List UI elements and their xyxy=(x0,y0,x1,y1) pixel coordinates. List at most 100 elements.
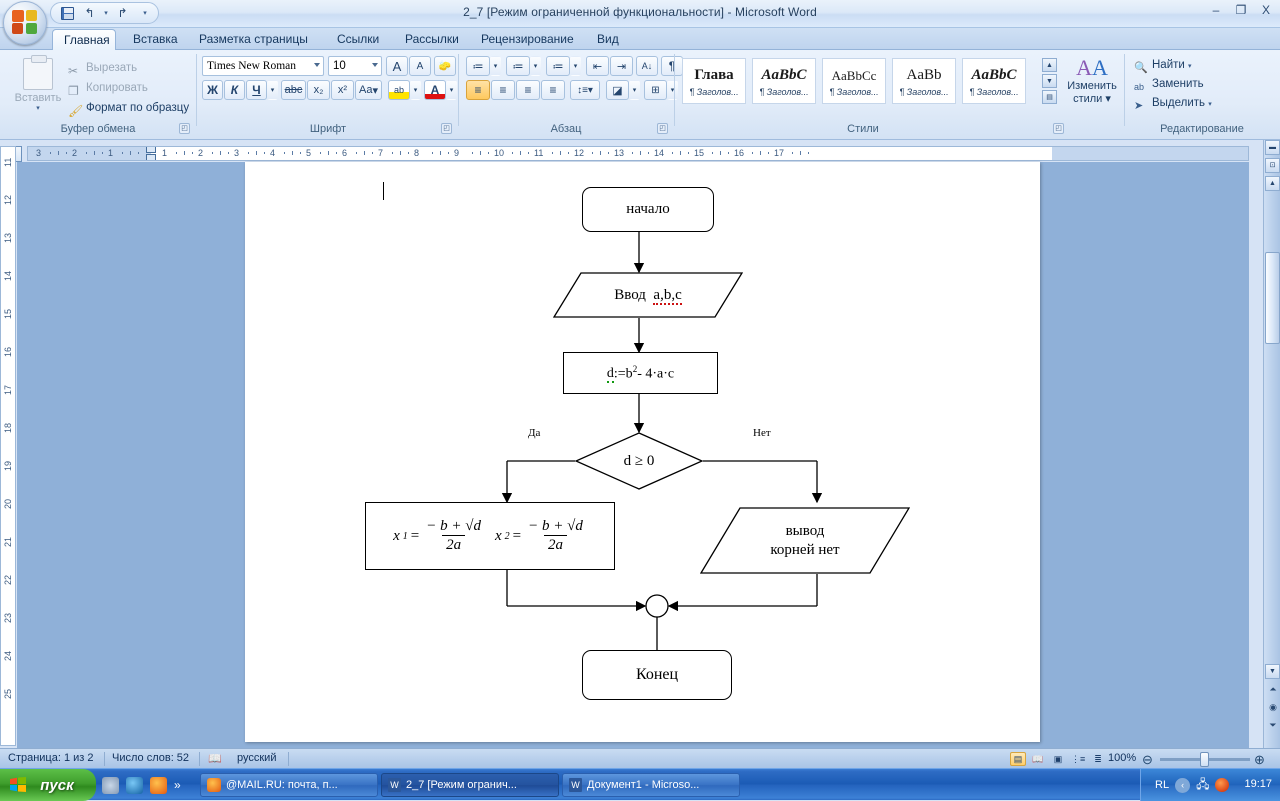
scrollbar-thumb[interactable] xyxy=(1265,252,1280,344)
shading-button[interactable]: ◪ xyxy=(606,80,629,100)
zoom-out-button[interactable]: ⊖ xyxy=(1142,752,1153,768)
tab-references[interactable]: Ссылки xyxy=(326,29,390,50)
style-item-1[interactable]: AaBbC ¶ Заголов... xyxy=(752,58,816,104)
view-print-layout-button[interactable]: ▤ xyxy=(1010,752,1026,766)
font-color-button[interactable]: A xyxy=(424,80,446,100)
bullets-button[interactable]: ≔ xyxy=(466,56,490,76)
style-item-3[interactable]: AaBb ¶ Заголов... xyxy=(892,58,956,104)
flowchart-roots-node[interactable]: x1 = − b + √d 2a x2 = − b + √d 2a xyxy=(365,502,615,570)
underline-button[interactable]: Ч xyxy=(246,80,267,100)
highlight-button[interactable]: ab xyxy=(388,80,410,100)
language-indicator-tray[interactable]: RL xyxy=(1155,779,1169,791)
numbering-button[interactable]: ≔ xyxy=(506,56,530,76)
align-left-button[interactable]: ≡ xyxy=(466,80,490,100)
font-color-dropdown[interactable]: ▾ xyxy=(446,80,457,100)
paste-button[interactable]: Вставить ▾ xyxy=(12,55,64,118)
multilevel-dropdown[interactable]: ▾ xyxy=(570,56,581,76)
scroll-up-icon[interactable]: ▲ xyxy=(1042,58,1057,72)
taskbar-button-word-active[interactable]: W 2_7 [Режим огранич... xyxy=(381,773,559,797)
scroll-split-button[interactable]: ▬ xyxy=(1265,140,1280,155)
document-canvas[interactable]: начало Ввод a,b,c d:=b2- 4·a·c d ≥ 0 Да … xyxy=(17,162,1249,748)
clipboard-dialog-launcher[interactable]: ◰ xyxy=(179,123,190,134)
copy-button[interactable]: ❐ Копировать xyxy=(66,78,148,98)
numbering-dropdown[interactable]: ▾ xyxy=(530,56,541,76)
find-button[interactable]: 🔍 Найти ▾ xyxy=(1132,55,1192,75)
decrease-indent-button[interactable]: ⇤ xyxy=(586,56,609,76)
flowchart-discriminant-node[interactable]: d:=b2- 4·a·c xyxy=(563,352,718,394)
zoom-level[interactable]: 100% xyxy=(1108,752,1136,764)
shading-dropdown[interactable]: ▾ xyxy=(629,80,640,100)
select-browse-object-button[interactable]: ◉ xyxy=(1266,702,1280,716)
justify-button[interactable]: ≡ xyxy=(541,80,565,100)
line-spacing-button[interactable]: ↕≡ ▾ xyxy=(570,80,600,100)
tab-review[interactable]: Рецензирование xyxy=(470,29,585,50)
maximize-button[interactable]: ❐ xyxy=(1233,3,1249,17)
scroll-down-button[interactable]: ▼ xyxy=(1265,664,1280,679)
style-item-4[interactable]: AaBbC ¶ Заголов... xyxy=(962,58,1026,104)
style-item-2[interactable]: AaBbCc ¶ Заголов... xyxy=(822,58,886,104)
tab-home[interactable]: Главная xyxy=(52,29,116,50)
replace-button[interactable]: ab Заменить xyxy=(1132,74,1204,94)
clear-formatting-button[interactable]: 🧽 xyxy=(434,56,456,76)
bullets-dropdown[interactable]: ▾ xyxy=(490,56,501,76)
vertical-ruler[interactable]: 11 12 13 14 15 16 17 18 19 20 21 22 23 2… xyxy=(0,146,16,746)
strikethrough-button[interactable]: abc xyxy=(281,80,306,100)
increase-indent-button[interactable]: ⇥ xyxy=(610,56,633,76)
paragraph-dialog-launcher[interactable]: ◰ xyxy=(657,123,668,134)
italic-button[interactable]: К xyxy=(224,80,245,100)
bold-button[interactable]: Ж xyxy=(202,80,223,100)
flowchart-end-node[interactable]: Конец xyxy=(582,650,732,700)
font-size-combo[interactable]: 10 xyxy=(328,56,382,76)
view-full-screen-reading-button[interactable]: 📖 xyxy=(1030,752,1046,766)
word-count[interactable]: Число слов: 52 xyxy=(112,752,189,764)
flowchart-start-node[interactable]: начало xyxy=(582,187,714,232)
network-icon[interactable]: 🖧 xyxy=(1196,775,1209,796)
show-desktop-icon[interactable] xyxy=(102,776,119,794)
zoom-slider-handle[interactable] xyxy=(1200,752,1209,767)
internet-explorer-icon[interactable] xyxy=(126,776,143,794)
flowchart-decision-node[interactable]: d ≥ 0 xyxy=(575,432,703,490)
minimize-button[interactable]: – xyxy=(1208,3,1224,17)
underline-dropdown[interactable]: ▾ xyxy=(267,80,278,100)
borders-button[interactable]: ⊞ xyxy=(644,80,667,100)
select-button[interactable]: ➤ Выделить ▾ xyxy=(1132,93,1212,113)
language-indicator[interactable]: русский xyxy=(237,752,276,764)
cut-button[interactable]: ✂ Вырезать xyxy=(66,58,137,78)
opera-icon[interactable] xyxy=(1215,778,1230,792)
tab-insert[interactable]: Вставка xyxy=(122,29,189,50)
close-button[interactable]: X xyxy=(1258,3,1274,17)
horizontal-ruler[interactable]: 3 2 1 1 2 3 4 5 6 7 8 9 10 11 12 13 14 1… xyxy=(27,146,1249,161)
subscript-button[interactable]: x₂ xyxy=(307,80,330,100)
scroll-up-button[interactable]: ▲ xyxy=(1265,176,1280,191)
next-page-button[interactable]: ⏷ xyxy=(1266,720,1280,734)
borders-dropdown[interactable]: ▾ xyxy=(667,80,678,100)
align-right-button[interactable]: ≡ xyxy=(516,80,540,100)
taskbar-clock[interactable]: 19:17 xyxy=(1244,778,1272,790)
highlight-dropdown[interactable]: ▾ xyxy=(410,80,421,100)
select-browse-object-top[interactable]: ⊡ xyxy=(1265,158,1280,173)
hanging-indent-marker[interactable] xyxy=(146,154,156,160)
view-web-layout-button[interactable]: ▣ xyxy=(1050,752,1066,766)
tab-page-layout[interactable]: Разметка страницы xyxy=(188,29,319,50)
styles-dialog-launcher[interactable]: ◰ xyxy=(1053,123,1064,134)
format-painter-button[interactable]: 🖌 Формат по образцу xyxy=(66,98,189,118)
more-styles-icon[interactable]: ▤ xyxy=(1042,90,1057,104)
multilevel-list-button[interactable]: ≔ xyxy=(546,56,570,76)
firefox-icon[interactable] xyxy=(150,776,167,794)
quick-launch-more-icon[interactable]: » xyxy=(174,778,181,792)
style-item-0[interactable]: Глава ¶ Заголов... xyxy=(682,58,746,104)
vertical-scrollbar[interactable]: ▬ ⊡ ▲ ▼ ⏶ ◉ ⏷ xyxy=(1263,140,1280,748)
styles-gallery-scroller[interactable]: ▲ ▼ ▤ xyxy=(1042,58,1057,104)
align-center-button[interactable]: ≡ xyxy=(491,80,515,100)
first-line-indent-marker[interactable] xyxy=(146,147,156,153)
spellcheck-icon[interactable]: 📖 xyxy=(208,752,222,765)
document-page[interactable]: начало Ввод a,b,c d:=b2- 4·a·c d ≥ 0 Да … xyxy=(245,162,1040,742)
scroll-down-icon[interactable]: ▼ xyxy=(1042,74,1057,88)
office-button[interactable] xyxy=(3,1,47,45)
sort-button[interactable]: A↓ xyxy=(636,56,658,76)
tab-mailings[interactable]: Рассылки xyxy=(394,29,470,50)
zoom-in-button[interactable]: ⊕ xyxy=(1254,752,1265,768)
change-styles-button[interactable]: AA Изменить стили ▾ xyxy=(1064,56,1120,106)
flowchart-output-node[interactable]: вывод корней нет xyxy=(700,507,910,574)
font-dialog-launcher[interactable]: ◰ xyxy=(441,123,452,134)
